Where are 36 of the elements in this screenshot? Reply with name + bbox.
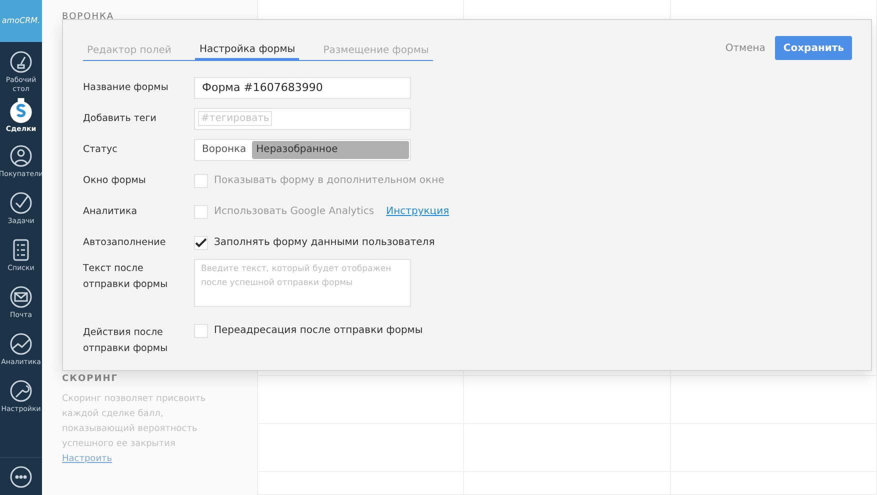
checkbox-label: Показывать форму в дополнительном окне [214, 174, 444, 188]
gauge-icon [9, 50, 33, 74]
field-label: Действия после отправки формы [83, 326, 169, 356]
tab[interactable]: Настройка формы [195, 40, 300, 60]
logo: amoCRM. [2, 15, 40, 27]
scoring-text: Скоринг позволяет присвоить каждой сделке балл, показывающий вероятность успешного ее закрытия [62, 393, 207, 451]
checkmark-icon [195, 238, 207, 248]
field-label: Добавить теги [83, 112, 158, 126]
pipeline-label: Воронка [201, 143, 248, 157]
field-label: Статус [83, 142, 118, 156]
check-icon [9, 191, 33, 215]
stage-chip: Неразобранное [252, 140, 409, 158]
checkbox-label: Переадресация после отправки формы [214, 324, 423, 338]
checkbox[interactable] [194, 174, 208, 188]
text-area[interactable]: Введите текст, который будет отображен после успешной отправки формы [194, 259, 411, 307]
panel-header: ВОРОНКА [62, 11, 116, 24]
mail-icon [9, 285, 33, 309]
wrench-icon [9, 379, 33, 403]
field-label: Автозаполнение [83, 236, 167, 250]
checkbox[interactable] [194, 204, 208, 218]
checkbox[interactable] [194, 236, 208, 250]
money-bag-icon [8, 97, 34, 123]
field-label: Окно формы [83, 174, 147, 188]
status-select[interactable]: Воронка Неразобранное [194, 138, 411, 160]
text-field[interactable]: Форма #1607683990 [194, 76, 411, 98]
checkbox[interactable] [194, 324, 208, 338]
chat-icon[interactable] [9, 464, 33, 488]
tag-placeholder: #тегировать [198, 111, 272, 126]
checkbox-label: Использовать Google Analytics [214, 205, 374, 219]
field-label: Текст после отправки формы [83, 262, 169, 292]
scoring-title: СКОРИНГ [62, 372, 120, 386]
field-label: Аналитика [83, 204, 138, 218]
field-label: Название формы [83, 80, 170, 94]
checkbox-label: Заполнять форму данными пользователя [214, 236, 435, 250]
people-icon [9, 144, 33, 168]
chart-icon [9, 332, 33, 356]
